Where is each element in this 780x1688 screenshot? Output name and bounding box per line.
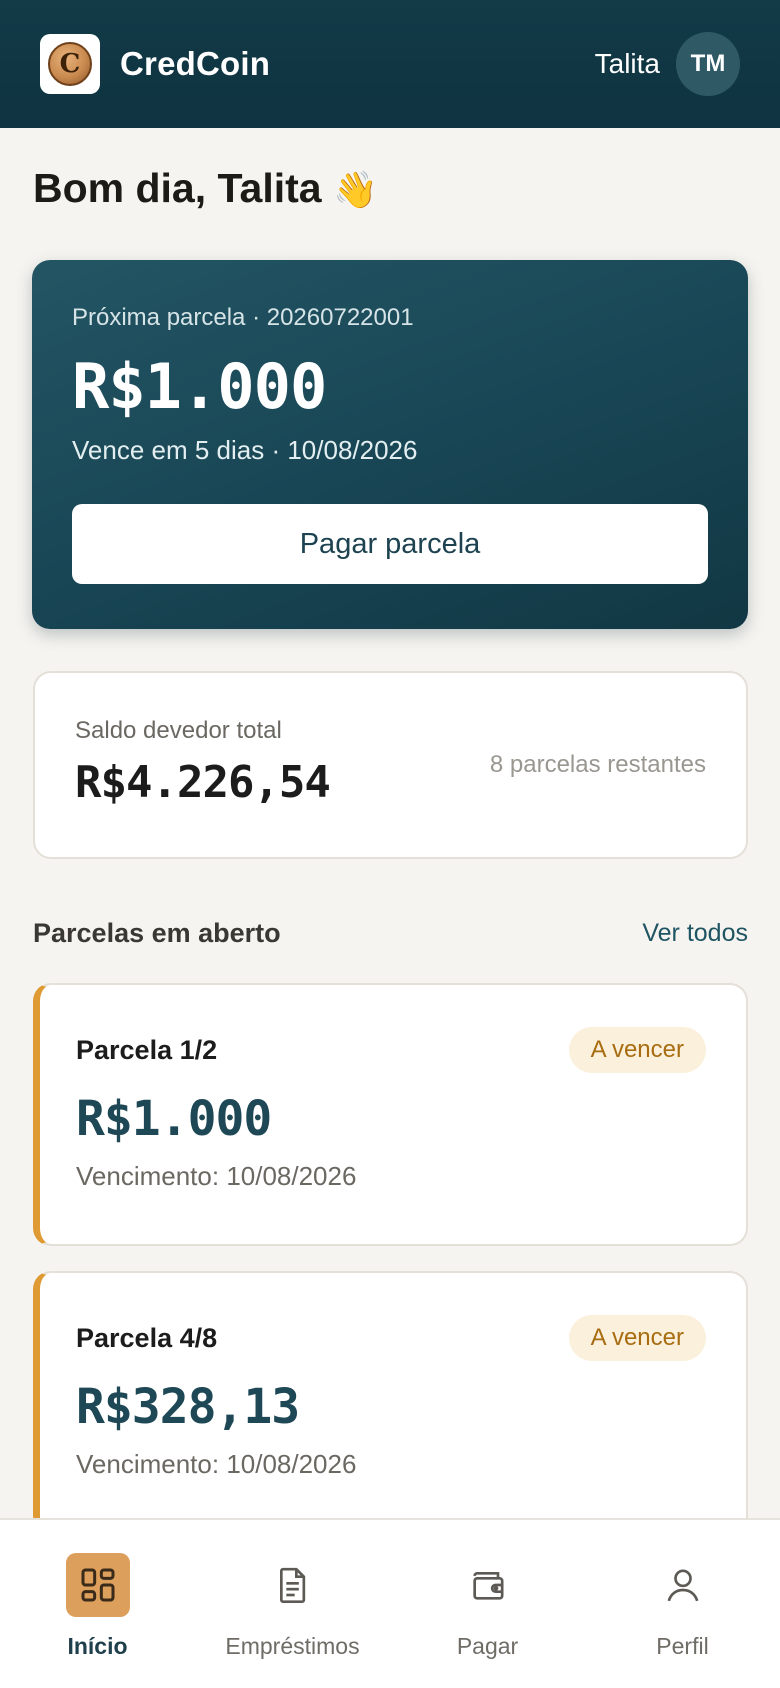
nav-item-pagar[interactable]: Pagar bbox=[393, 1553, 583, 1660]
brand[interactable]: C CredCoin bbox=[40, 34, 270, 94]
see-all-link[interactable]: Ver todos bbox=[642, 919, 748, 948]
greeting-text: Bom dia, Talita bbox=[33, 165, 322, 211]
nav-label: Empréstimos bbox=[225, 1633, 360, 1659]
installment-card-header: Parcela 4/8 A vencer bbox=[76, 1315, 706, 1361]
next-installment-card: Próxima parcela · 20260722001 R$1.000 Ve… bbox=[32, 260, 748, 629]
status-badge: A vencer bbox=[568, 1315, 706, 1361]
wallet-icon bbox=[456, 1553, 520, 1617]
grid-icon bbox=[65, 1553, 130, 1617]
user-menu[interactable]: Talita TM bbox=[595, 32, 740, 96]
open-installments-header: Parcelas em aberto Ver todos bbox=[33, 918, 748, 949]
app-header: C CredCoin Talita TM bbox=[0, 0, 780, 128]
avatar[interactable]: TM bbox=[676, 32, 740, 96]
remaining-installments: 8 parcelas restantes bbox=[489, 751, 706, 778]
balance-amount: R$4.226,54 bbox=[75, 757, 331, 808]
installment-card-header: Parcela 1/2 A vencer bbox=[76, 1027, 706, 1073]
pay-installment-button[interactable]: Pagar parcela bbox=[72, 504, 708, 584]
installment-card[interactable]: Parcela 1/2 A vencer R$1.000 Vencimento:… bbox=[33, 983, 748, 1246]
nav-label: Perfil bbox=[656, 1633, 709, 1659]
greeting-heading: Bom dia, Talita 👋 bbox=[33, 165, 378, 212]
nav-item-inicio[interactable]: Início bbox=[3, 1553, 193, 1660]
balance-info: Saldo devedor total R$4.226,54 bbox=[75, 717, 331, 808]
installment-title: Parcela 1/2 bbox=[76, 1034, 218, 1065]
status-badge: A vencer bbox=[568, 1027, 706, 1073]
installment-title: Parcela 4/8 bbox=[76, 1322, 218, 1353]
balance-card: Saldo devedor total R$4.226,54 8 parcela… bbox=[33, 671, 748, 859]
next-installment-due: Vence em 5 dias · 10/08/2026 bbox=[72, 435, 418, 465]
nav-item-emprestimos[interactable]: Empréstimos bbox=[198, 1553, 388, 1660]
balance-label: Saldo devedor total bbox=[75, 717, 282, 744]
app-logo: C bbox=[40, 34, 100, 94]
waving-hand-icon: 👋 bbox=[332, 169, 378, 210]
document-icon bbox=[261, 1553, 325, 1617]
next-installment-amount: R$1.000 bbox=[72, 350, 327, 423]
nav-item-perfil[interactable]: Perfil bbox=[588, 1553, 778, 1660]
user-name: Talita bbox=[594, 48, 660, 79]
installment-amount: R$328,13 bbox=[76, 1379, 300, 1435]
next-installment-label: Próxima parcela · 20260722001 bbox=[72, 304, 414, 331]
user-icon bbox=[651, 1553, 715, 1617]
app-name: CredCoin bbox=[120, 45, 271, 82]
section-title: Parcelas em aberto bbox=[33, 918, 281, 948]
nav-label: Início bbox=[67, 1633, 128, 1659]
installment-due: Vencimento: 10/08/2026 bbox=[76, 1449, 357, 1479]
nav-label: Pagar bbox=[456, 1633, 519, 1659]
installment-amount: R$1.000 bbox=[76, 1091, 272, 1147]
coin-icon: C bbox=[48, 42, 92, 86]
bottom-navigation: Início Empréstimos Pagar Perfil bbox=[0, 1518, 780, 1688]
installment-due: Vencimento: 10/08/2026 bbox=[76, 1161, 357, 1191]
installment-card[interactable]: Parcela 4/8 A vencer R$328,13 Vencimento… bbox=[33, 1271, 748, 1534]
